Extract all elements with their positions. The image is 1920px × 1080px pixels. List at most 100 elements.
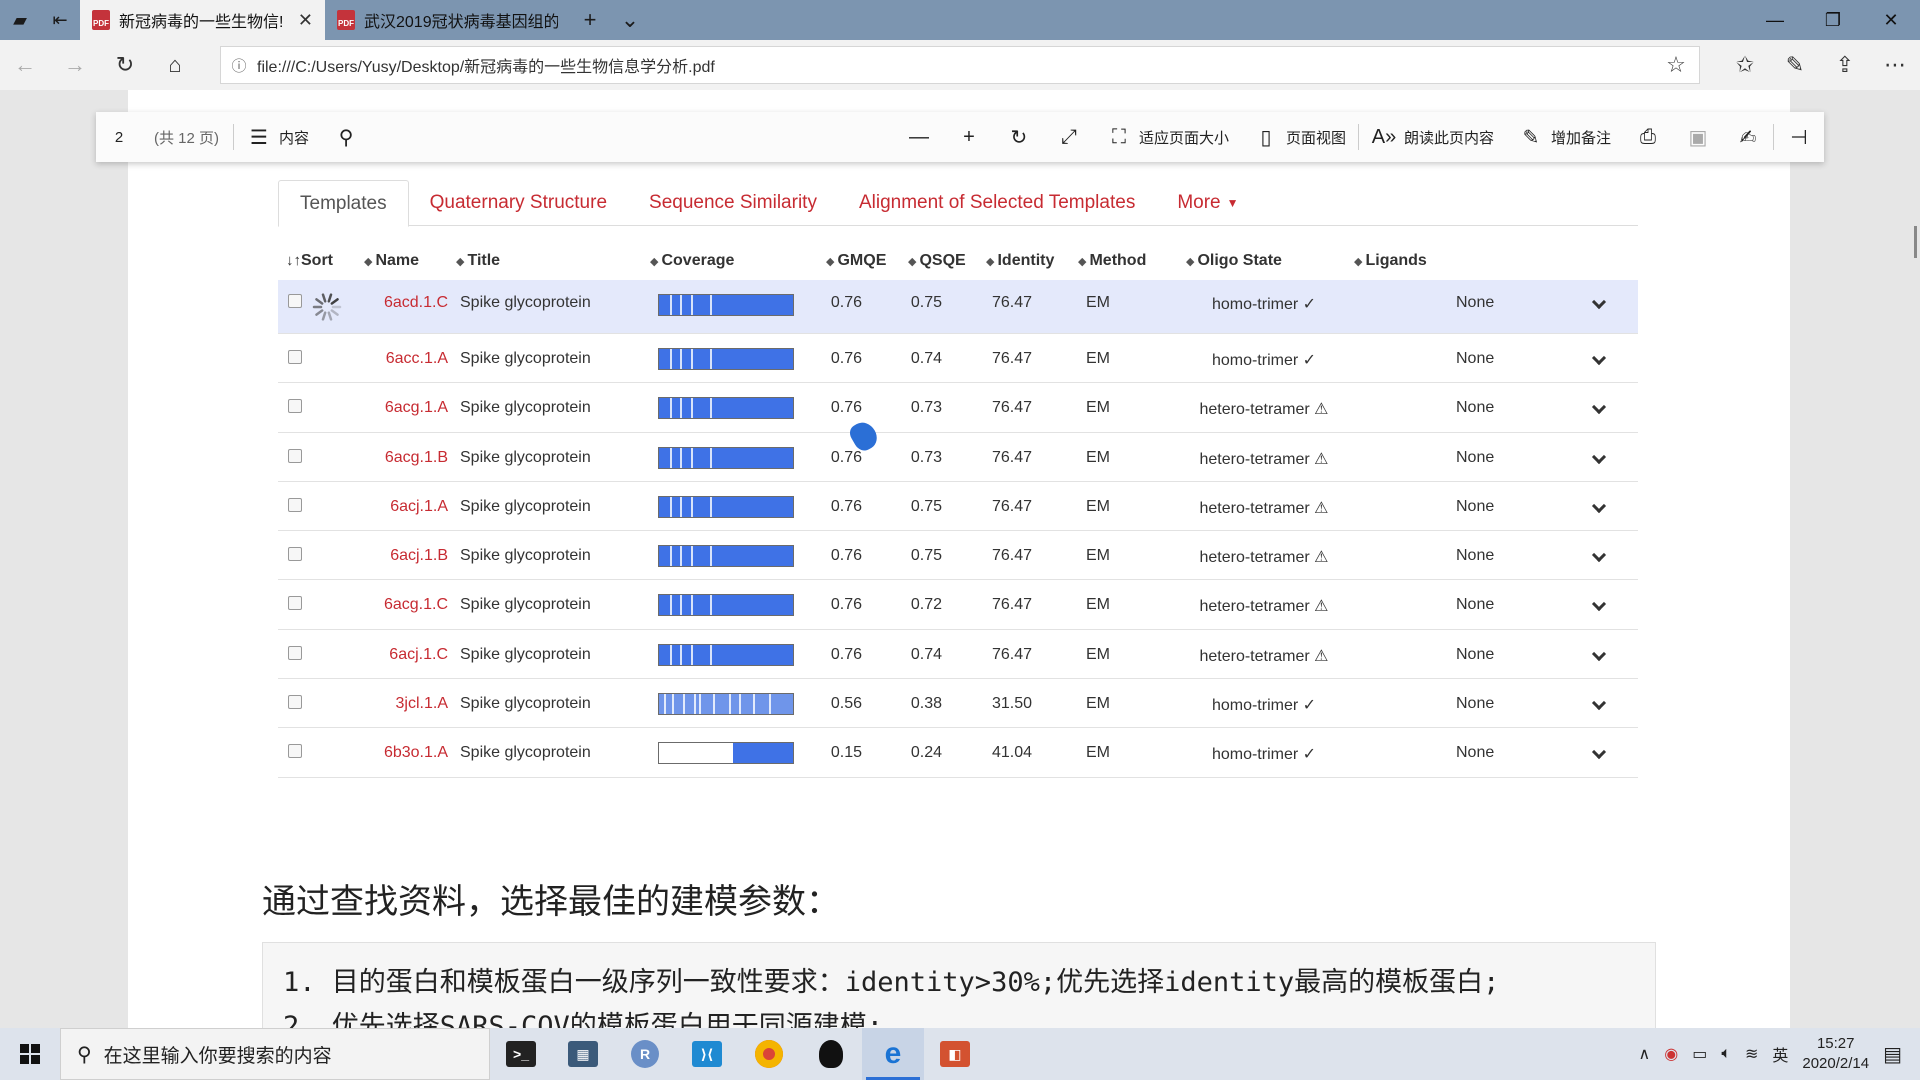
expand-row-chevron-icon[interactable] (1591, 744, 1607, 760)
browser-tab-1[interactable]: PDF 新冠病毒的一些生物信! ✕ (80, 0, 325, 40)
row-checkbox[interactable] (288, 294, 302, 308)
expand-row-chevron-icon[interactable] (1591, 294, 1607, 310)
more-menu-icon[interactable]: ⋯ (1870, 40, 1920, 90)
template-name-link[interactable]: 6acd.1.C (342, 294, 448, 312)
print-button[interactable]: ⎙ (1623, 112, 1673, 162)
page-number-input[interactable]: 2 (96, 112, 142, 162)
restore-icon[interactable]: ❐ (1804, 0, 1862, 40)
row-checkbox[interactable] (288, 596, 302, 611)
oligo-header[interactable]: ◆ Oligo State (1186, 252, 1282, 270)
template-name-link[interactable]: 6acg.1.C (342, 596, 448, 614)
tab-templates[interactable]: Templates (278, 180, 409, 227)
chrome-app[interactable] (738, 1028, 800, 1080)
battery-icon[interactable]: ▭ (1692, 1044, 1707, 1064)
coverage-header[interactable]: ◆ Coverage (650, 252, 734, 270)
template-name-link[interactable]: 3jcl.1.A (342, 695, 448, 713)
table-row[interactable]: 6acg.1.B Spike glycoprotein 0.76 0.73 76.47 E… (278, 433, 1638, 482)
template-name-link[interactable]: 6acj.1.A (342, 498, 448, 516)
table-row[interactable]: 6acj.1.B Spike glycoprotein 0.76 0.75 76.47 E… (278, 531, 1638, 581)
row-checkbox[interactable] (288, 448, 302, 463)
share-icon[interactable]: ⇪ (1820, 40, 1870, 90)
row-checkbox[interactable] (288, 744, 302, 759)
minimize-icon[interactable]: — (1746, 0, 1804, 40)
table-row[interactable]: 6acg.1.A Spike glycoprotein 0.76 0.73 76.47 E… (278, 383, 1638, 433)
row-checkbox[interactable] (288, 350, 302, 364)
title-header[interactable]: ◆ Title (456, 252, 500, 270)
template-name-link[interactable]: 6acj.1.C (342, 646, 448, 664)
template-name-link[interactable]: 6acg.1.B (342, 449, 448, 467)
table-row[interactable]: 6b3o.1.A Spike glycoprotein 0.15 0.24 41.04 E… (278, 728, 1638, 778)
row-checkbox[interactable] (288, 547, 302, 562)
save-button[interactable]: ▣ (1673, 112, 1723, 162)
new-tab-icon[interactable]: + (570, 0, 610, 40)
template-name-link[interactable]: 6acg.1.A (342, 399, 448, 417)
close-tab-icon[interactable]: ✕ (298, 10, 313, 31)
expand-row-chevron-icon[interactable] (1591, 547, 1607, 563)
tabs-aside-icon[interactable]: ⇤ (40, 0, 80, 40)
template-name-link[interactable]: 6acj.1.B (342, 547, 448, 565)
qsqe-header[interactable]: ◆ QSQE (908, 252, 966, 270)
row-checkbox[interactable] (288, 695, 302, 710)
powerpoint-app[interactable]: ◧ (924, 1028, 986, 1080)
screenshot-app[interactable]: ▦ (552, 1028, 614, 1080)
row-checkbox[interactable] (288, 399, 302, 414)
template-name-link[interactable]: 6b3o.1.A (342, 744, 448, 762)
scrollbar-thumb[interactable] (1914, 226, 1917, 258)
contents-button[interactable]: ☰ 内容 (234, 112, 321, 162)
expand-row-chevron-icon[interactable] (1591, 498, 1607, 514)
search-button[interactable]: ⚲ (321, 112, 371, 162)
r-app[interactable]: R (614, 1028, 676, 1080)
table-row[interactable]: 6acc.1.A Spike glycoprotein 0.76 0.74 76.47 E… (278, 334, 1638, 384)
zoom-in-button[interactable]: + (944, 112, 994, 162)
taskbar-search[interactable]: ⚲ 在这里输入你要搜索的内容 (60, 1028, 490, 1080)
table-row[interactable]: 6acd.1.C Spike glycoprotein 0.76 0.75 76.47 E… (278, 280, 1638, 334)
read-aloud-button[interactable]: A» 朗读此页内容 (1359, 112, 1506, 162)
edge-app[interactable]: e (862, 1028, 924, 1080)
wifi-icon[interactable]: ≋ (1745, 1044, 1758, 1064)
add-notes-button[interactable]: ✎ 增加备注 (1506, 112, 1623, 162)
page-view-button[interactable]: ▯ 页面视图 (1241, 112, 1358, 162)
security-icon[interactable]: ◉ (1664, 1044, 1678, 1064)
method-header[interactable]: ◆ Method (1078, 252, 1146, 270)
refresh-icon[interactable]: ↻ (100, 40, 150, 90)
table-row[interactable]: 3jcl.1.A Spike glycoprotein 0.56 0.38 31.50 E… (278, 679, 1638, 729)
chevron-up-icon[interactable]: ∧ (1639, 1044, 1651, 1064)
row-checkbox[interactable] (288, 645, 302, 660)
table-row[interactable]: 6acj.1.C Spike glycoprotein 0.76 0.74 76.47 E… (278, 630, 1638, 680)
template-name-link[interactable]: 6acc.1.A (342, 350, 448, 368)
save-as-button[interactable]: ✍ (1723, 112, 1773, 162)
tab-quaternary-structure[interactable]: Quaternary Structure (409, 180, 628, 226)
expand-row-chevron-icon[interactable] (1591, 646, 1607, 662)
name-header[interactable]: ◆ Name (364, 252, 419, 270)
home-icon[interactable]: ⌂ (150, 40, 200, 90)
browser-tab-2[interactable]: PDF 武汉2019冠状病毒基因组的 (325, 0, 570, 40)
identity-header[interactable]: ◆ Identity (986, 252, 1054, 270)
tab-list-chevron-icon[interactable]: ⌄ (610, 0, 650, 40)
fit-page-button[interactable]: ⛶ 适应页面大小 (1094, 112, 1241, 162)
expand-row-chevron-icon[interactable] (1591, 695, 1607, 711)
notification-icon[interactable]: ▤ (1883, 1042, 1902, 1067)
terminal-app[interactable]: >_ (490, 1028, 552, 1080)
row-checkbox[interactable] (288, 497, 302, 512)
rotate-button[interactable]: ↻ (994, 112, 1044, 162)
expand-row-chevron-icon[interactable] (1591, 596, 1607, 612)
back-icon[interactable]: ← (0, 40, 50, 90)
forward-icon[interactable]: → (50, 40, 100, 90)
zoom-out-button[interactable]: — (894, 112, 944, 162)
expand-row-chevron-icon[interactable] (1591, 449, 1607, 465)
gmqe-header[interactable]: ◆ GMQE (826, 252, 886, 270)
favorite-star-icon[interactable]: ☆ (1653, 52, 1699, 78)
start-button[interactable] (0, 1028, 60, 1080)
tab-more[interactable]: More ▼ (1156, 180, 1259, 226)
qq-app[interactable] (800, 1028, 862, 1080)
sort-header[interactable]: ↓↑Sort (286, 252, 333, 270)
expand-row-chevron-icon[interactable] (1591, 350, 1607, 366)
favorites-icon[interactable]: ✩ (1720, 40, 1770, 90)
clock[interactable]: 15:27 2020/2/14 (1802, 1034, 1869, 1074)
ime-indicator[interactable]: 英 (1772, 1042, 1788, 1066)
pin-toolbar-button[interactable]: ⊣ (1774, 112, 1824, 162)
table-row[interactable]: 6acj.1.A Spike glycoprotein 0.76 0.75 76.47 E… (278, 482, 1638, 532)
volume-icon[interactable]: 🔈︎ (1721, 1045, 1731, 1063)
table-row[interactable]: 6acg.1.C Spike glycoprotein 0.76 0.72 76.47 E… (278, 580, 1638, 630)
web-note-icon[interactable]: ✎ (1770, 40, 1820, 90)
